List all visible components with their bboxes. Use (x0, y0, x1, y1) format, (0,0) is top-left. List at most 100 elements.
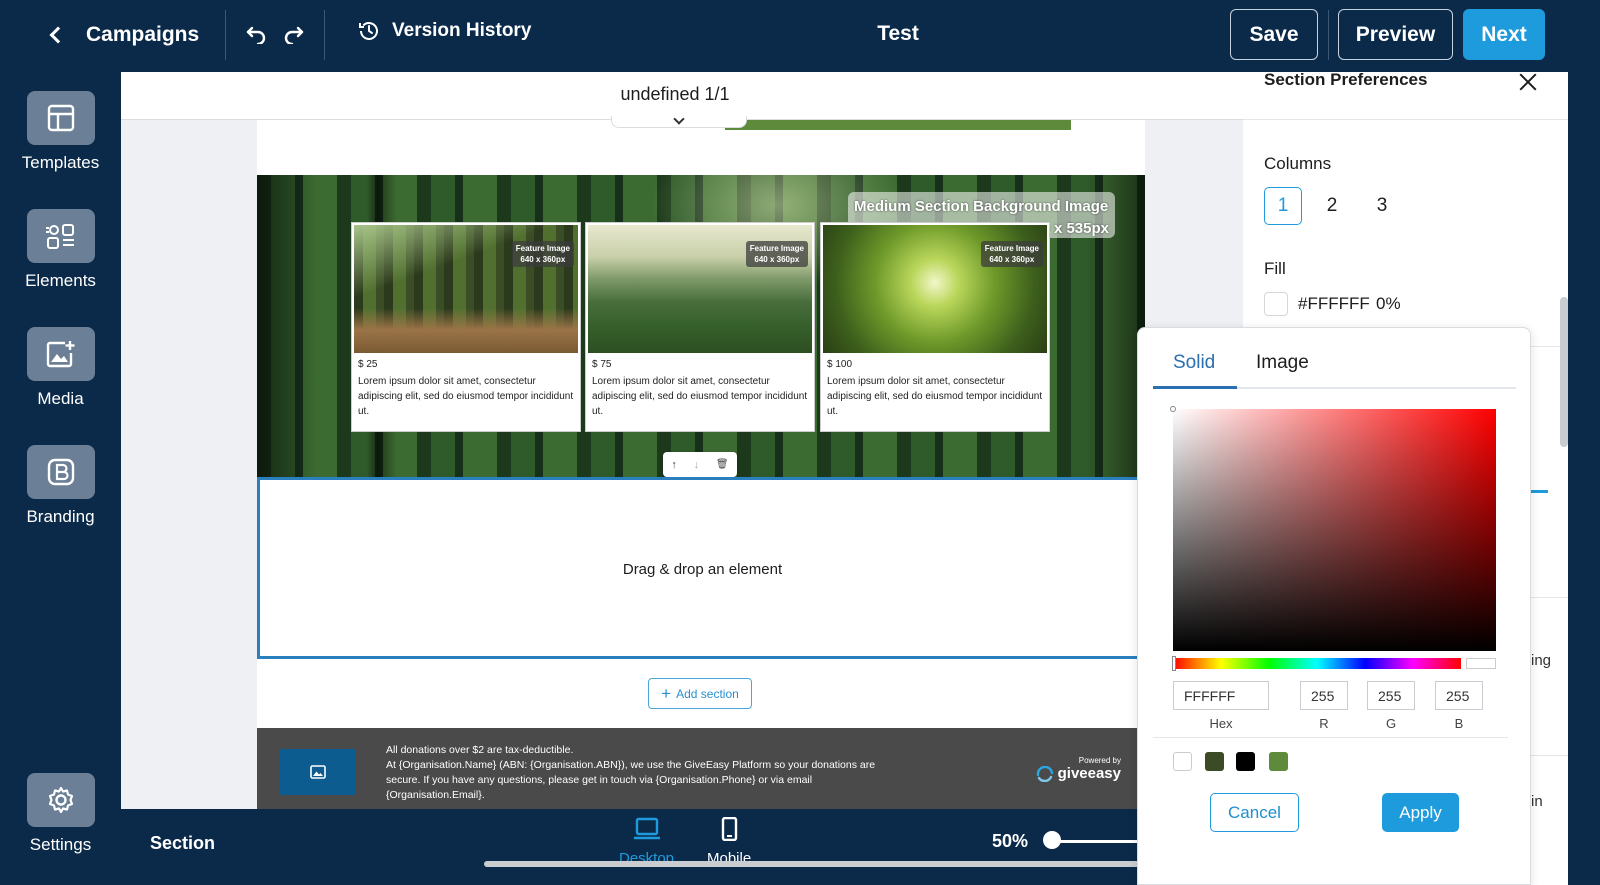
divider (324, 10, 325, 60)
forest-background-section[interactable]: Medium Section Background Image 1440 x 5… (257, 175, 1145, 480)
layout-icon (47, 104, 74, 132)
undo-icon (246, 26, 266, 44)
undo-button[interactable] (241, 20, 271, 50)
alpha-slider[interactable] (1466, 658, 1496, 669)
tab-image[interactable]: Image (1256, 352, 1309, 374)
feature-card[interactable]: Feature Image 640 x 360px $ 75 Lorem ipsu… (585, 222, 815, 432)
sidebar-item-settings[interactable]: Settings (0, 773, 121, 855)
zoom-slider-handle[interactable] (1043, 831, 1061, 849)
feature-image-badge: Feature Image 640 x 360px (745, 241, 808, 267)
add-section-label: Add section (676, 686, 739, 701)
mobile-view-button[interactable]: Mobile (707, 816, 751, 867)
hue-slider-handle[interactable] (1172, 656, 1176, 671)
fill-color-swatch[interactable] (1264, 292, 1288, 316)
badge-line1: Feature Image (515, 244, 570, 253)
saturation-value-handle[interactable] (1170, 406, 1176, 412)
version-history-button[interactable]: Version History (358, 20, 531, 42)
tab-active-indicator (1153, 386, 1237, 389)
sidebar-tile (26, 773, 95, 827)
preview-button[interactable]: Preview (1338, 9, 1453, 60)
footer-line2: At {Organisation.Name} (ABN: {Organisati… (386, 759, 876, 771)
save-button[interactable]: Save (1230, 9, 1318, 60)
hex-input[interactable] (1173, 681, 1269, 710)
next-button[interactable]: Next (1463, 9, 1545, 60)
preset-swatch[interactable] (1269, 752, 1288, 771)
zoom-slider-track[interactable] (1050, 840, 1150, 843)
brand-b-icon (47, 458, 74, 486)
preset-swatch[interactable] (1173, 752, 1192, 771)
add-section-button[interactable]: + Add section (648, 678, 752, 709)
preset-swatch[interactable] (1236, 752, 1255, 771)
page-indicator: undefined 1/1 (620, 84, 730, 104)
panel-divider (1530, 755, 1568, 756)
footer-line4: {Organisation.Email}. (386, 789, 485, 801)
hex-caption: Hex (1209, 716, 1233, 731)
divider (1328, 10, 1329, 60)
preset-swatch[interactable] (1205, 752, 1224, 771)
previous-section-strip (725, 120, 1071, 130)
columns-option-2[interactable]: 2 (1313, 187, 1351, 225)
columns-option-1[interactable]: 1 (1264, 187, 1302, 225)
giveeasy-brand-text: giveeasy (1057, 765, 1121, 782)
bottom-bar: Section Desktop Mobile 50% (121, 809, 1269, 885)
feature-image: Feature Image 640 x 360px (588, 225, 812, 353)
feature-text: Lorem ipsum dolor sit amet, consectetur … (827, 376, 1043, 417)
columns-option-3[interactable]: 3 (1363, 187, 1401, 225)
footer-line1: All donations over $2 are tax-deductible… (386, 744, 574, 756)
saturation-value-picker[interactable] (1170, 406, 1496, 651)
back-to-campaigns-button[interactable]: Campaigns (49, 18, 200, 52)
chevron-down-icon (673, 113, 685, 125)
close-icon[interactable] (1518, 72, 1538, 92)
redo-button[interactable] (279, 20, 309, 50)
feature-image-badge: Feature Image 640 x 360px (980, 241, 1043, 267)
sidebar-tile (26, 327, 95, 381)
footer-line3: secure. If you have any questions, pleas… (386, 774, 813, 786)
dropzone-section[interactable]: Drag & drop an element (257, 480, 1145, 659)
image-icon (309, 765, 326, 779)
move-down-icon[interactable]: ↓ (694, 459, 700, 471)
gear-icon (48, 786, 73, 814)
dropzone-text: Drag & drop an element (622, 561, 783, 578)
fill-opacity-value: 0% (1376, 294, 1401, 313)
desktop-icon (633, 817, 660, 840)
blue-input[interactable] (1435, 681, 1483, 710)
red-caption: R (1319, 716, 1329, 731)
horizontal-scrollbar[interactable] (484, 861, 1223, 867)
apply-button[interactable]: Apply (1382, 793, 1459, 832)
panel-peek-text: ing (1531, 652, 1552, 669)
add-image-icon (46, 341, 74, 368)
feature-image: Feature Image 640 x 360px (354, 225, 578, 353)
sidebar-tile (26, 209, 95, 263)
cancel-button[interactable]: Cancel (1210, 793, 1299, 832)
sidebar-item-templates[interactable]: Templates (0, 91, 121, 173)
delete-icon[interactable]: 🗑 (716, 459, 729, 470)
vertical-scrollbar[interactable] (1560, 297, 1568, 447)
sidebar-item-elements[interactable]: Elements (0, 209, 121, 291)
hue-slider[interactable] (1172, 656, 1461, 671)
elements-icon (45, 224, 74, 249)
feature-card[interactable]: Feature Image 640 x 360px $ 25 Lorem ipsu… (351, 222, 581, 432)
tab-solid[interactable]: Solid (1173, 352, 1215, 374)
page-dropdown-toggle[interactable] (611, 113, 747, 128)
panel-title: Section Preferences (1264, 70, 1428, 89)
powered-by-text: Powered by (1078, 756, 1121, 765)
back-label: Campaigns (86, 23, 200, 46)
feature-price: $ 75 (592, 359, 612, 370)
sidebar-item-branding[interactable]: Branding (0, 445, 121, 527)
sidebar-item-media[interactable]: Media (0, 327, 121, 409)
history-icon (359, 22, 378, 40)
badge-line2: 640 x 360px (754, 255, 800, 264)
red-input[interactable] (1300, 681, 1348, 710)
badge-line2: 640 x 360px (520, 255, 566, 264)
panel-active-indicator (1530, 490, 1548, 493)
desktop-view-button[interactable]: Desktop (619, 817, 674, 867)
sidebar-label: Branding (26, 507, 95, 526)
sidebar-label: Templates (21, 153, 100, 172)
badge-line2: 640 x 360px (989, 255, 1035, 264)
sidebar-label: Elements (25, 271, 96, 290)
move-up-icon[interactable]: ↑ (671, 459, 677, 471)
green-input[interactable] (1367, 681, 1415, 710)
feature-card[interactable]: Feature Image 640 x 360px $ 100 Lorem ips… (820, 222, 1050, 432)
giveeasy-brand: giveeasy (1036, 765, 1121, 782)
picker-divider (1153, 737, 1508, 738)
